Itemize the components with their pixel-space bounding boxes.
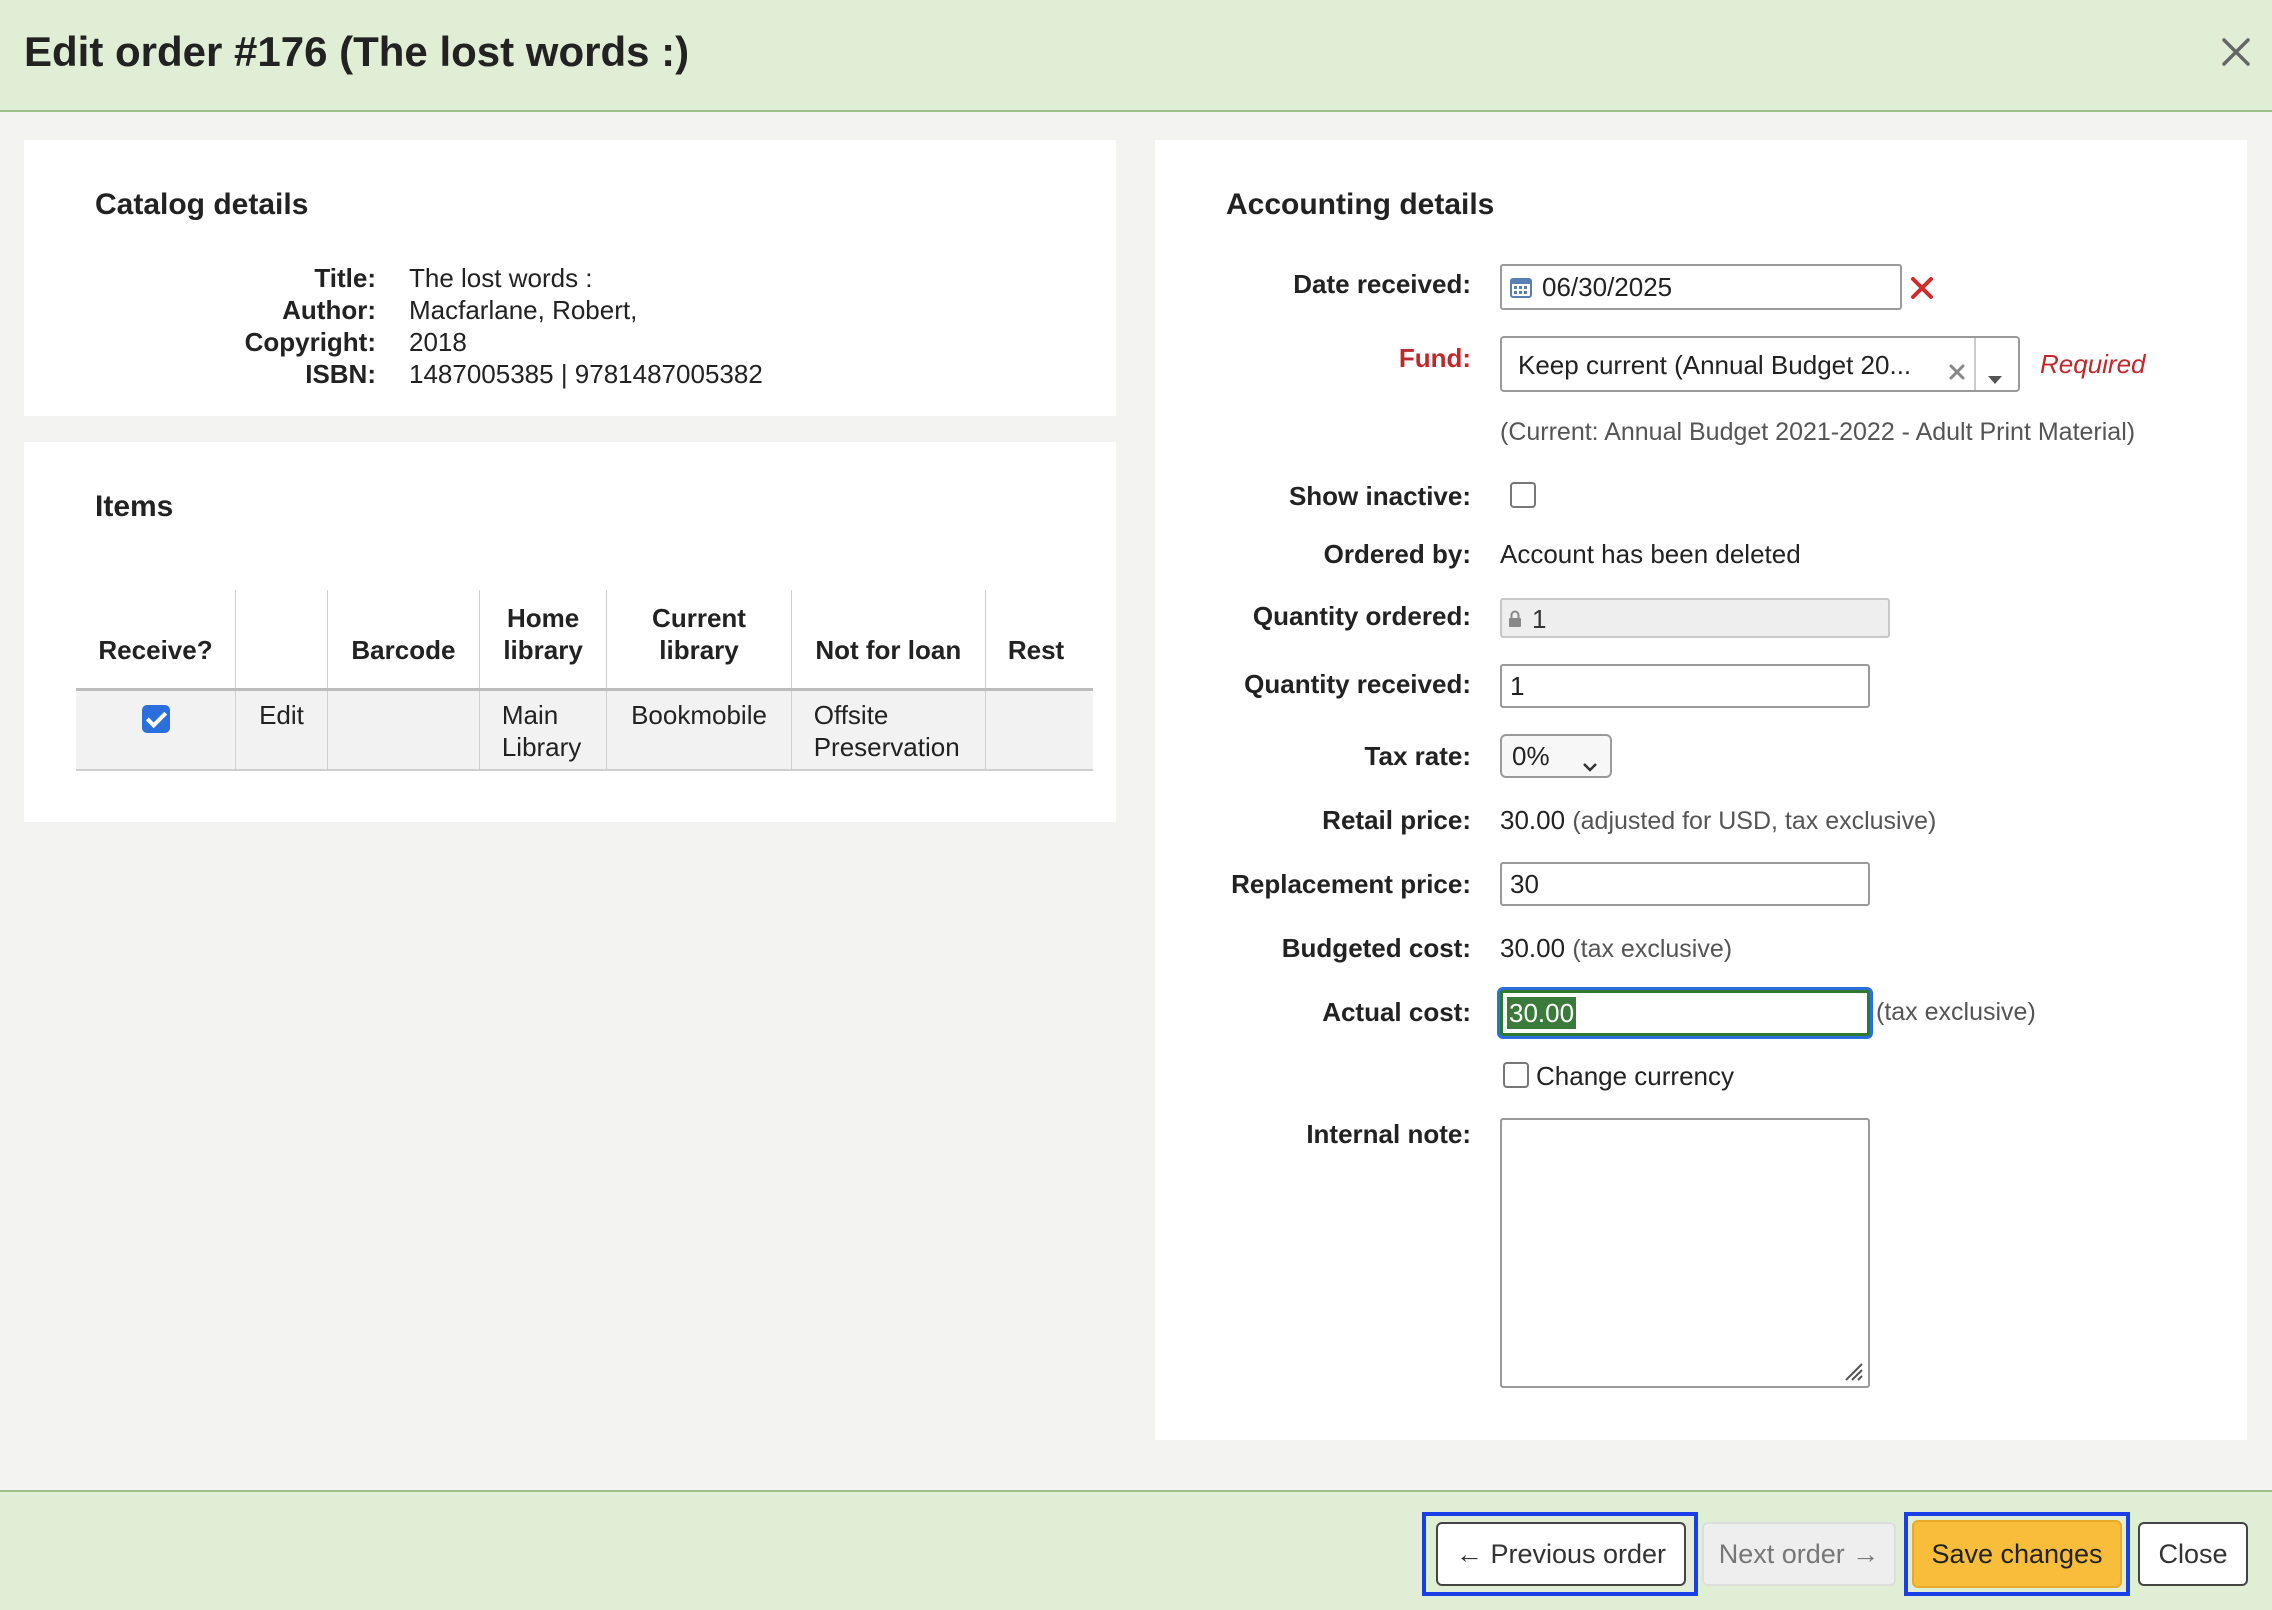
clear-date-icon[interactable] — [1908, 274, 1936, 302]
date-received-label: Date received: — [1293, 269, 1471, 299]
current-library-cell: Bookmobile — [606, 689, 792, 771]
replacement-price-input[interactable]: 30 — [1500, 862, 1870, 906]
accounting-heading: Accounting details — [1226, 188, 1495, 221]
resize-handle-icon[interactable] — [1840, 1358, 1864, 1382]
fund-label: Fund: — [1398, 343, 1471, 373]
internal-note-label: Internal note: — [1306, 1119, 1471, 1149]
catalog-value: Macfarlane, Robert, — [409, 295, 638, 325]
catalog-details-panel: Catalog details Title: The lost words : … — [24, 140, 1116, 416]
quantity-ordered-input: 1 — [1500, 598, 1890, 638]
previous-order-label: Previous order — [1490, 1539, 1667, 1569]
arrow-left-icon: ← — [1455, 1539, 1483, 1569]
internal-note-textarea[interactable] — [1500, 1118, 1870, 1388]
accounting-details-panel: Accounting details Date received: 06/30/… — [1155, 140, 2247, 1440]
fund-required-text: Required — [2040, 349, 2146, 379]
catalog-value: The lost words : — [409, 263, 593, 293]
catalog-row-title: Title: The lost words : — [24, 262, 1116, 294]
replacement-price-label: Replacement price: — [1231, 869, 1471, 899]
chevron-down-icon — [1582, 749, 1598, 780]
modal-footer: ← Previous order Next order → Save chang… — [0, 1490, 2272, 1610]
catalog-label: Copyright: — [244, 327, 376, 357]
quantity-ordered-value: 1 — [1532, 604, 1547, 634]
items-table-container[interactable]: Receive? Barcode Home library Current li… — [76, 590, 1093, 786]
show-inactive-label: Show inactive: — [1288, 481, 1471, 511]
catalog-label: Title: — [314, 263, 376, 293]
date-received-value: 06/30/2025 — [1542, 272, 1673, 302]
receive-cell — [76, 689, 236, 771]
fund-select-divider — [1974, 338, 1976, 390]
next-order-label: Next order — [1718, 1539, 1845, 1569]
clear-fund-icon[interactable] — [1946, 352, 1968, 380]
quantity-ordered-label: Quantity ordered: — [1252, 601, 1471, 631]
barcode-cell — [326, 689, 480, 771]
modal-header: Edit order #176 (The lost words :) — [0, 0, 2272, 112]
next-order-button[interactable]: Next order → — [1702, 1522, 1896, 1586]
actual-cost-label: Actual cost: — [1322, 997, 1471, 1027]
not-for-loan-cell: Offsite Preservation — [790, 689, 986, 771]
catalog-value: 2018 — [409, 327, 467, 357]
items-heading: Items — [95, 490, 174, 523]
save-changes-label: Save changes — [1931, 1539, 2103, 1569]
retail-price-note: (adjusted for USD, tax exclusive) — [1572, 807, 1937, 835]
retail-price-label: Retail price: — [1322, 805, 1471, 835]
catalog-row-copyright: Copyright: 2018 — [24, 326, 1116, 358]
budgeted-cost-value: 30.00 — [1500, 933, 1566, 963]
catalog-label: ISBN: — [305, 359, 376, 389]
column-header-receive[interactable]: Receive? — [76, 590, 236, 691]
change-currency-label[interactable]: Change currency — [1536, 1060, 1734, 1092]
replacement-price-value: 30 — [1510, 869, 1539, 899]
receive-checkbox[interactable] — [141, 705, 170, 734]
budgeted-cost-label: Budgeted cost: — [1281, 933, 1471, 963]
catalog-value: 1487005385 | 9781487005382 — [409, 359, 763, 389]
ordered-by-label: Ordered by: — [1323, 539, 1471, 569]
catalog-label: Author: — [282, 295, 376, 325]
tax-rate-select[interactable]: 0% — [1500, 734, 1612, 778]
quantity-received-value: 1 — [1510, 671, 1525, 701]
arrow-right-icon: → — [1852, 1539, 1880, 1569]
actual-cost-note: (tax exclusive) — [1876, 998, 2036, 1026]
modal-title: Edit order #176 (The lost words :) — [24, 28, 690, 75]
show-inactive-checkbox[interactable] — [1510, 482, 1536, 508]
budgeted-cost-row: 30.00 (tax exclusive) — [1500, 932, 1732, 965]
fund-select[interactable]: Keep current (Annual Budget 20... — [1500, 336, 2020, 392]
fund-current-note: (Current: Annual Budget 2021-2022 - Adul… — [1500, 418, 2136, 446]
column-header-home-library[interactable]: Home library — [478, 590, 607, 691]
column-header-barcode[interactable]: Barcode — [326, 590, 480, 691]
catalog-row-author: Author: Macfarlane, Robert, — [24, 294, 1116, 326]
catalog-heading: Catalog details — [95, 188, 309, 221]
items-panel: Items Receive? Barcode Home library Curr… — [24, 442, 1116, 822]
table-row: Edit Main Library Bookmobile Offsite Pre… — [76, 689, 1093, 771]
tax-rate-label: Tax rate: — [1364, 741, 1471, 771]
date-received-input[interactable]: 06/30/2025 — [1500, 264, 1902, 310]
items-table: Receive? Barcode Home library Current li… — [76, 590, 1093, 771]
items-header-row: Receive? Barcode Home library Current li… — [76, 590, 1093, 691]
previous-order-button[interactable]: ← Previous order — [1436, 1522, 1686, 1586]
close-button[interactable]: Close — [2138, 1522, 2248, 1586]
column-header-current-library[interactable]: Current library — [606, 590, 792, 691]
close-icon[interactable] — [2214, 30, 2258, 74]
actual-cost-value: 30.00 — [1507, 997, 1577, 1029]
catalog-row-isbn: ISBN: 1487005385 | 9781487005382 — [24, 358, 1116, 390]
ordered-by-value: Account has been deleted — [1500, 539, 1801, 569]
quantity-received-input[interactable]: 1 — [1500, 664, 1870, 708]
close-label: Close — [2158, 1539, 2228, 1569]
budgeted-cost-note: (tax exclusive) — [1572, 935, 1733, 963]
retail-price-value: 30.00 — [1500, 805, 1566, 835]
chevron-down-icon — [1986, 356, 2004, 400]
lock-icon — [1509, 610, 1521, 627]
save-changes-button[interactable]: Save changes — [1912, 1520, 2122, 1588]
fund-selected-value: Keep current (Annual Budget 20... — [1518, 350, 1912, 380]
quantity-received-label: Quantity received: — [1244, 669, 1471, 699]
change-currency-checkbox[interactable] — [1503, 1062, 1529, 1088]
calendar-icon — [1510, 278, 1532, 298]
edit-link[interactable]: Edit — [235, 689, 328, 771]
home-library-cell: Main Library — [478, 689, 607, 771]
column-header-not-for-loan[interactable]: Not for loan — [790, 590, 986, 691]
column-header-actions — [235, 590, 328, 691]
tax-rate-value: 0% — [1512, 741, 1550, 771]
retail-price-row: 30.00 (adjusted for USD, tax exclusive) — [1500, 804, 1936, 837]
actual-cost-input[interactable]: 30.00 — [1500, 990, 1870, 1036]
